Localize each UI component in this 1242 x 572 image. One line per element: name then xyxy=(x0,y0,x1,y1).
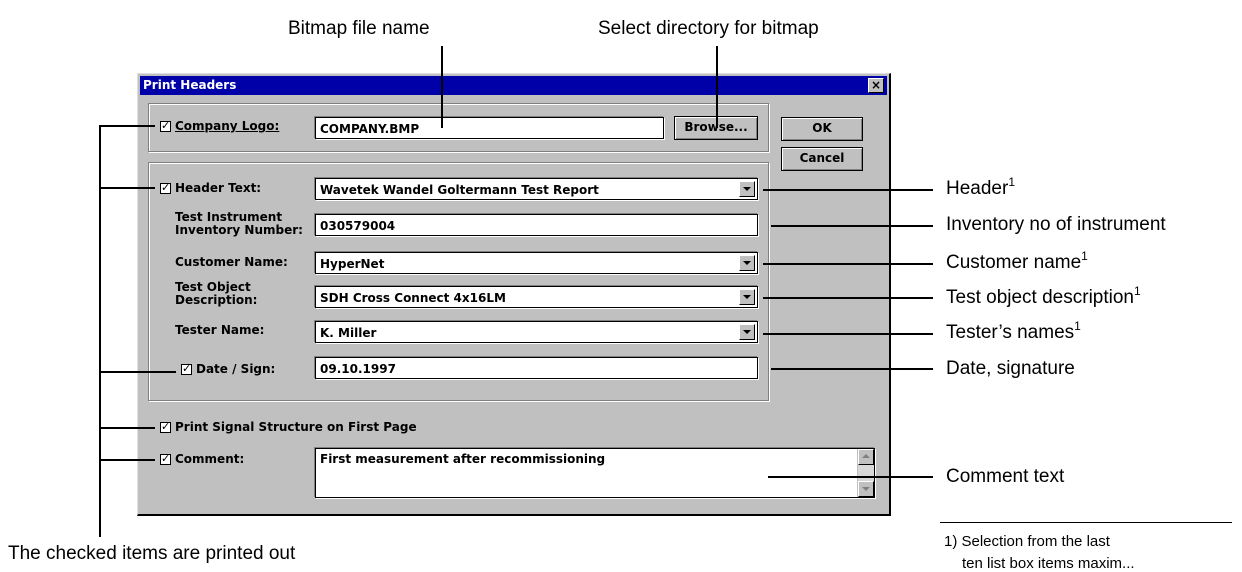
bracket-tick xyxy=(99,427,155,429)
bracket-tick xyxy=(99,125,155,127)
print-signal-structure-checkbox[interactable] xyxy=(160,420,171,433)
comment-textarea[interactable]: First measurement after recommissioning xyxy=(315,448,875,498)
header-text-checkbox[interactable] xyxy=(160,181,171,194)
scroll-up-icon[interactable] xyxy=(858,449,874,465)
footnote-marker: 1 xyxy=(1134,284,1141,298)
leader-line xyxy=(771,368,933,370)
leader-line xyxy=(763,333,933,335)
footnote-rule xyxy=(940,522,1232,523)
chevron-down-icon[interactable] xyxy=(739,324,755,340)
leader-line xyxy=(716,46,718,128)
test-object-select[interactable]: SDH Cross Connect 4x16LM xyxy=(315,286,758,308)
bracket-tick xyxy=(99,371,176,373)
header-text-label: Header Text: xyxy=(175,181,262,195)
leader-line xyxy=(763,263,933,265)
callout-date-signature: Date, signature xyxy=(946,358,1075,379)
callout-inventory: Inventory no of instrument xyxy=(946,214,1166,235)
dialog-title: Print Headers xyxy=(143,78,237,92)
callout-checked-items: The checked items are printed out xyxy=(8,543,296,564)
leader-line xyxy=(763,297,933,299)
comment-scrollbar[interactable] xyxy=(857,449,874,497)
bracket-tick xyxy=(99,459,155,461)
date-sign-field[interactable]: 09.10.1997 xyxy=(315,357,758,379)
callout-test-object: Test object description1 xyxy=(946,284,1141,308)
company-logo-field[interactable]: COMPANY.BMP xyxy=(315,117,664,139)
print-signal-structure-label: Print Signal Structure on First Page xyxy=(175,420,417,434)
leader-line xyxy=(763,189,933,191)
company-logo-checkbox[interactable] xyxy=(160,119,171,132)
customer-name-label: Customer Name: xyxy=(175,255,288,269)
tester-name-select[interactable]: K. Miller xyxy=(315,321,758,343)
customer-name-value: HyperNet xyxy=(320,257,385,271)
footnote-marker: 1 xyxy=(1008,175,1016,189)
date-sign-label: Date / Sign: xyxy=(196,362,276,376)
chevron-down-icon[interactable] xyxy=(739,181,755,197)
date-sign-checkbox[interactable] xyxy=(181,362,192,375)
chevron-down-icon[interactable] xyxy=(739,289,755,305)
company-logo-label: Company Logo: xyxy=(175,119,280,133)
bracket-tick xyxy=(99,187,155,189)
test-object-label-line2: Description: xyxy=(175,293,258,307)
callout-bitmap-file-name: Bitmap file name xyxy=(288,18,430,39)
callout-comment-text: Comment text xyxy=(946,466,1065,487)
comment-checkbox[interactable] xyxy=(160,452,171,465)
inventory-number-value: 030579004 xyxy=(320,219,396,233)
inventory-number-field[interactable]: 030579004 xyxy=(315,214,758,236)
inventory-label-line2: Inventory Number: xyxy=(175,223,303,237)
date-sign-value: 09.10.1997 xyxy=(320,362,396,376)
tester-name-label: Tester Name: xyxy=(175,323,265,337)
footnote-marker: 1 xyxy=(1074,319,1081,333)
leader-line xyxy=(771,225,933,227)
callout-tester: Tester’s names1 xyxy=(946,319,1081,343)
company-logo-value: COMPANY.BMP xyxy=(320,122,420,136)
callout-select-directory: Select directory for bitmap xyxy=(598,18,819,39)
scroll-down-icon[interactable] xyxy=(858,481,874,497)
test-object-value: SDH Cross Connect 4x16LM xyxy=(320,291,506,305)
callout-header: Header1 xyxy=(946,175,1016,199)
header-text-select[interactable]: Wavetek Wandel Goltermann Test Report xyxy=(315,178,758,200)
footnote-text-cont: ten list box items maxim... xyxy=(962,555,1135,572)
comment-value: First measurement after recommissioning xyxy=(320,452,606,466)
comment-label: Comment: xyxy=(175,452,245,466)
footnote-marker: 1 xyxy=(1081,249,1088,263)
leader-line xyxy=(768,476,933,478)
footnote-text: 1) Selection from the last xyxy=(944,533,1110,550)
ok-button[interactable]: OK xyxy=(781,117,863,141)
title-bar: Print Headers × xyxy=(140,76,887,95)
print-headers-dialog: Print Headers × Company Logo: COMPANY.BM… xyxy=(137,73,891,516)
callout-customer: Customer name1 xyxy=(946,249,1088,273)
header-text-value: Wavetek Wandel Goltermann Test Report xyxy=(320,183,599,197)
chevron-down-icon[interactable] xyxy=(739,255,755,271)
customer-name-select[interactable]: HyperNet xyxy=(315,252,758,274)
cancel-button[interactable]: Cancel xyxy=(781,147,863,171)
leader-line xyxy=(441,46,443,128)
close-icon[interactable]: × xyxy=(868,78,884,93)
tester-name-value: K. Miller xyxy=(320,326,377,340)
